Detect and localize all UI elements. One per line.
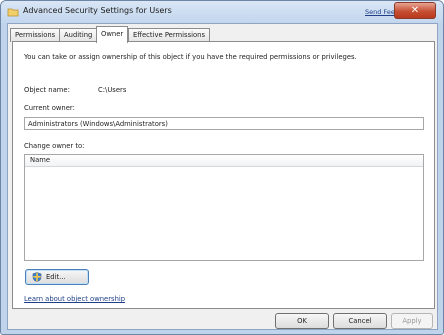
cancel-button[interactable]: Cancel [333,313,387,329]
uac-shield-icon [32,272,42,282]
edit-button[interactable]: Edit... [25,269,89,285]
owner-tab-panel: You can take or assign ownership of this… [12,41,435,309]
tab-effective-permissions[interactable]: Effective Permissions [128,28,211,42]
change-owner-list[interactable]: Name [24,154,424,261]
object-name-label: Object name: [24,86,70,94]
tab-owner[interactable]: Owner [96,26,129,43]
dialog-body: Permissions Auditing Owner Effective Per… [7,23,438,330]
tab-permissions[interactable]: Permissions [10,28,61,42]
folder-icon [7,8,19,17]
security-settings-window: Advanced Security Settings for Users Sen… [0,0,444,335]
close-icon: ✕ [410,5,420,16]
title-bar[interactable]: Advanced Security Settings for Users Sen… [1,1,443,23]
edit-button-label: Edit... [46,273,66,281]
current-owner-field[interactable]: Administrators (Windows\Administrators) [24,117,424,130]
learn-ownership-link[interactable]: Learn about object ownership [24,295,125,303]
tab-auditing[interactable]: Auditing [59,28,98,42]
ownership-info-text: You can take or assign ownership of this… [24,53,357,61]
name-column-header[interactable]: Name [25,155,423,167]
current-owner-value: Administrators (Windows\Administrators) [28,120,168,128]
change-owner-label: Change owner to: [24,142,85,150]
object-name-value: C:\Users [98,86,127,94]
ok-button[interactable]: OK [275,313,329,329]
apply-button[interactable]: Apply [391,313,433,329]
current-owner-label: Current owner: [24,104,75,112]
close-button[interactable]: ✕ [394,2,436,19]
window-title: Advanced Security Settings for Users [23,6,172,15]
